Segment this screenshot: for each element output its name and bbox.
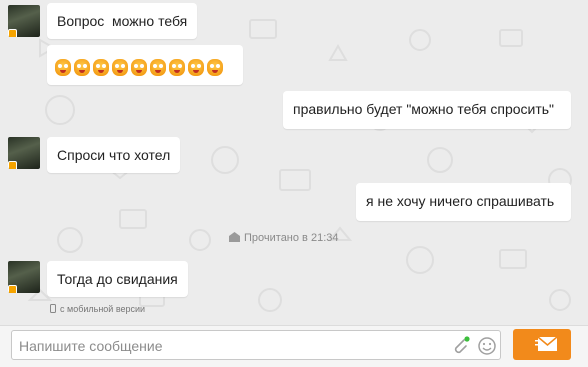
message-bubble[interactable]: Спроси что хотел	[47, 137, 181, 173]
envelope-open-icon	[229, 232, 240, 242]
message-bubble[interactable]: Вопрос можно тебя	[47, 3, 198, 39]
message-text: Вопрос можно тебя	[57, 13, 188, 29]
message-input[interactable]	[19, 337, 439, 355]
smiley-emoji-icon	[188, 58, 204, 76]
message-text: правильно будет "можно тебя спросить"	[293, 101, 555, 117]
read-status: Прочитано в 21:34	[229, 232, 338, 244]
smiley-emoji-icon	[74, 58, 90, 76]
send-button[interactable]	[513, 329, 571, 360]
smiley-emoji-icon	[55, 58, 71, 76]
smiley-emoji-icon	[112, 58, 128, 76]
message-composer	[0, 325, 588, 367]
mobile-note: с мобильной версии	[50, 304, 145, 314]
emoji-bubble[interactable]	[47, 45, 243, 85]
envelope-icon	[535, 337, 557, 351]
message-bubble[interactable]: Тогда до свидания	[47, 261, 188, 297]
message-input-box[interactable]	[11, 330, 501, 360]
smiley-emoji-icon	[131, 58, 147, 76]
avatar[interactable]	[8, 137, 40, 169]
message-row: Вопрос можно тебя	[0, 0, 588, 40]
smiley-emoji-icon	[207, 58, 223, 76]
message-text: Спроси что хотел	[57, 147, 171, 163]
message-text: я не хочу ничего спрашивать	[366, 193, 555, 209]
message-bubble[interactable]: я не хочу ничего спрашивать	[356, 183, 571, 221]
read-status-text: Прочитано в 21:34	[244, 232, 339, 244]
smiley-icon[interactable]	[477, 336, 497, 356]
message-text: Тогда до свидания	[57, 271, 178, 287]
smiley-emoji-icon	[169, 58, 185, 76]
avatar[interactable]	[8, 261, 40, 293]
online-badge-icon	[8, 161, 17, 169]
online-badge-icon	[8, 29, 17, 37]
avatar[interactable]	[8, 5, 40, 37]
message-bubble[interactable]: правильно будет "можно тебя спросить"	[283, 91, 571, 129]
online-badge-icon	[8, 285, 17, 293]
smiley-emoji-icon	[93, 58, 109, 76]
mobile-phone-icon	[50, 304, 56, 313]
attachment-icon[interactable]	[450, 336, 470, 356]
smiley-emoji-icon	[150, 58, 166, 76]
mobile-note-text: с мобильной версии	[60, 304, 146, 314]
